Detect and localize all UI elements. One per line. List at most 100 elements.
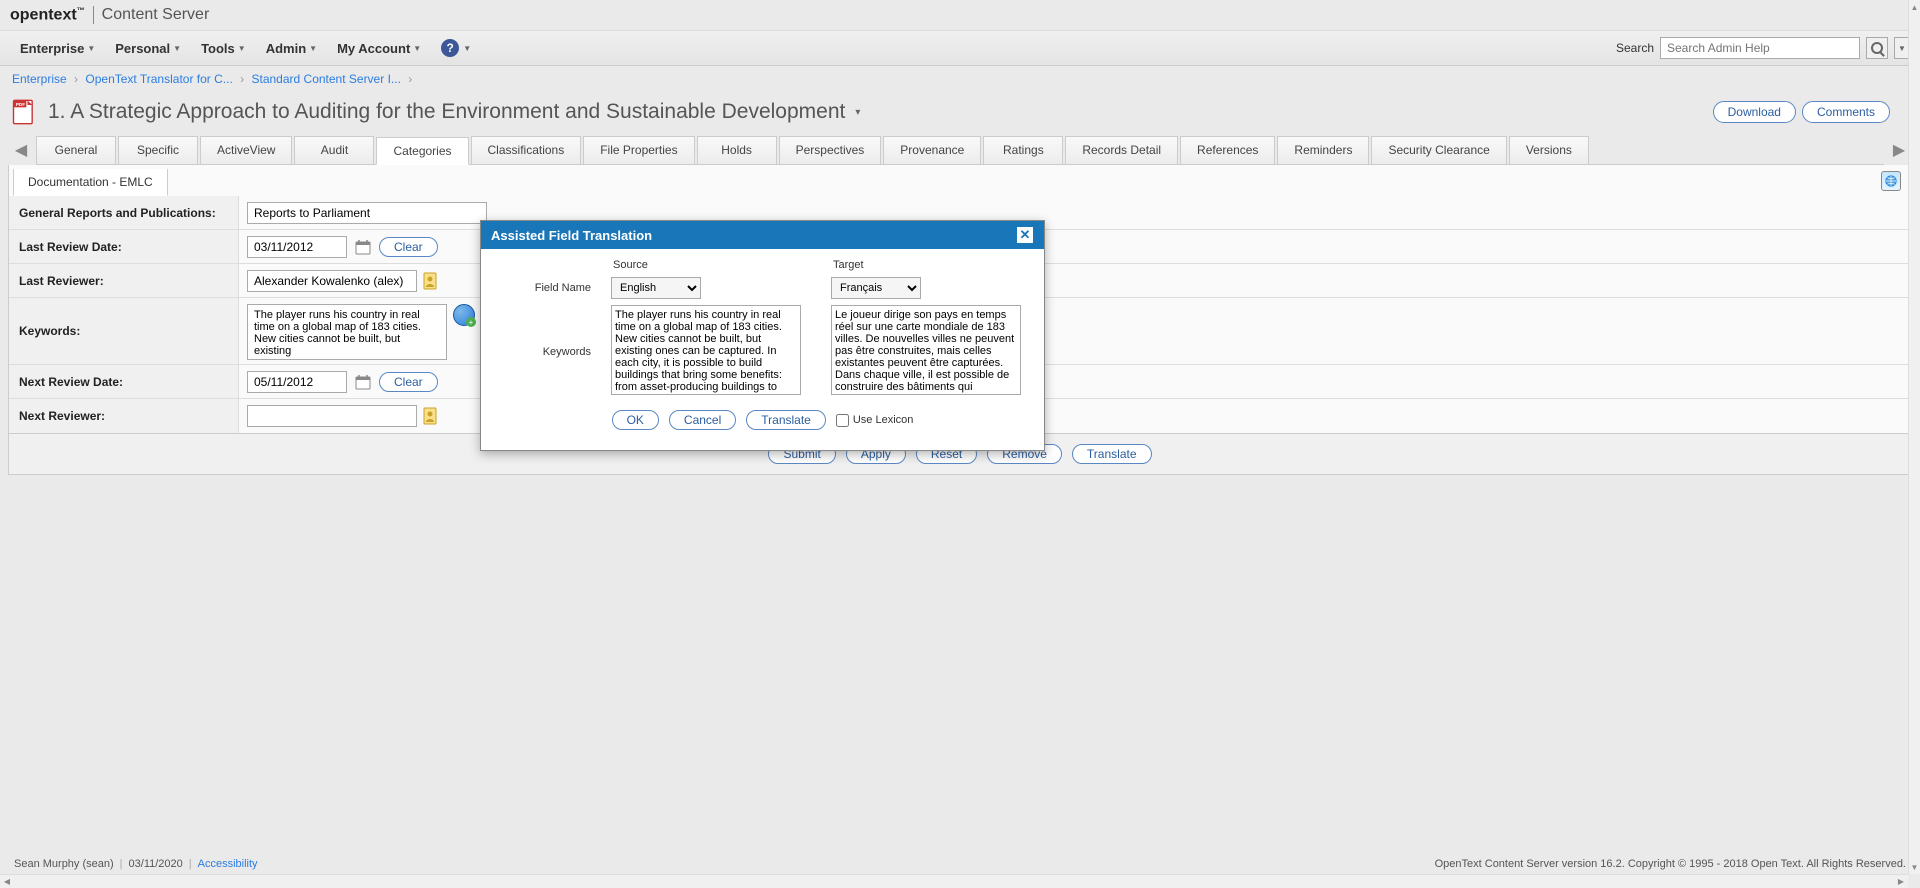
label-last-reviewer: Last Reviewer: <box>9 264 239 297</box>
label-general-reports: General Reports and Publications: <box>9 196 239 229</box>
tab-classifications[interactable]: Classifications <box>471 136 582 164</box>
chevron-down-icon[interactable]: ▾ <box>855 107 860 118</box>
target-column-header: Target <box>831 259 1031 271</box>
title-actions: Download Comments <box>1713 101 1910 123</box>
chevron-down-icon: ▼ <box>87 44 95 53</box>
last-reviewer-input[interactable] <box>247 270 417 292</box>
scroll-up-icon[interactable]: ▲ <box>1909 0 1920 14</box>
general-reports-input[interactable] <box>247 202 487 224</box>
search-button[interactable] <box>1866 37 1888 59</box>
modal-ok-button[interactable]: OK <box>612 410 659 430</box>
scroll-down-icon[interactable]: ▼ <box>1909 860 1920 874</box>
dialog-title: Assisted Field Translation <box>491 228 652 243</box>
dialog-titlebar[interactable]: Assisted Field Translation ✕ <box>481 221 1044 249</box>
tab-holds[interactable]: Holds <box>697 136 777 164</box>
sub-tab-row: Documentation - EMLC <box>8 165 1912 196</box>
page-horizontal-scrollbar[interactable]: ◀ ▶ <box>0 874 1908 888</box>
sub-tab-documentation[interactable]: Documentation - EMLC <box>13 169 168 196</box>
use-lexicon-wrapper[interactable]: Use Lexicon <box>836 414 914 427</box>
label-next-reviewer: Next Reviewer: <box>9 399 239 433</box>
label-last-review-date: Last Review Date: <box>9 230 239 263</box>
footer-copyright: OpenText Content Server version 16.2. Co… <box>1435 858 1906 870</box>
clear-next-review-date-button[interactable]: Clear <box>379 372 438 392</box>
chevron-right-icon: › <box>240 72 244 86</box>
magnifier-icon <box>1871 42 1883 54</box>
search-label: Search <box>1616 41 1654 55</box>
download-button[interactable]: Download <box>1713 101 1796 123</box>
keywords-row-label: Keywords <box>501 346 591 358</box>
tab-file-properties[interactable]: File Properties <box>583 136 694 164</box>
source-text-textarea[interactable] <box>611 305 801 395</box>
calendar-icon[interactable] <box>353 372 373 392</box>
search-input[interactable] <box>1660 37 1860 59</box>
breadcrumb: Enterprise › OpenText Translator for C..… <box>0 66 1920 92</box>
keywords-textarea[interactable] <box>247 304 447 360</box>
menu-enterprise[interactable]: Enterprise▼ <box>10 35 105 62</box>
breadcrumb-item[interactable]: OpenText Translator for C... <box>85 72 232 86</box>
tab-scroll-right[interactable]: ▶ <box>1890 136 1908 164</box>
tab-references[interactable]: References <box>1180 136 1275 164</box>
tab-specific[interactable]: Specific <box>118 136 198 164</box>
pdf-icon: PDF <box>10 98 38 126</box>
use-lexicon-checkbox[interactable] <box>836 414 849 427</box>
menu-admin[interactable]: Admin▼ <box>256 35 327 62</box>
scroll-left-icon[interactable]: ◀ <box>0 877 14 886</box>
svg-text:PDF: PDF <box>16 102 25 107</box>
calendar-icon[interactable] <box>353 237 373 257</box>
assisted-translation-dialog: Assisted Field Translation ✕ Source Targ… <box>480 220 1045 451</box>
tab-security-clearance[interactable]: Security Clearance <box>1371 136 1506 164</box>
menu-my-account[interactable]: My Account▼ <box>327 35 431 62</box>
tab-provenance[interactable]: Provenance <box>883 136 981 164</box>
page-vertical-scrollbar[interactable]: ▲ ▼ <box>1908 0 1920 874</box>
user-picker-icon[interactable] <box>423 407 441 425</box>
translate-button[interactable]: Translate <box>1072 444 1152 464</box>
tab-versions[interactable]: Versions <box>1509 136 1589 164</box>
brand-separator <box>93 6 94 24</box>
footer-date: 03/11/2020 <box>129 858 183 870</box>
breadcrumb-item[interactable]: Standard Content Server I... <box>251 72 400 86</box>
menu-tools[interactable]: Tools▼ <box>191 35 256 62</box>
tab-scroll-left[interactable]: ◀ <box>12 136 30 164</box>
label-next-review-date: Next Review Date: <box>9 365 239 398</box>
scroll-right-icon[interactable]: ▶ <box>1894 877 1908 886</box>
translate-globe-button[interactable] <box>1881 171 1901 191</box>
brand-logo: opentext™ <box>10 6 85 24</box>
tab-ratings[interactable]: Ratings <box>983 136 1063 164</box>
close-icon[interactable]: ✕ <box>1016 226 1034 244</box>
chevron-down-icon: ▼ <box>173 44 181 53</box>
tab-records-detail[interactable]: Records Detail <box>1065 136 1178 164</box>
user-picker-icon[interactable] <box>423 272 441 290</box>
tab-reminders[interactable]: Reminders <box>1277 136 1369 164</box>
menu-personal[interactable]: Personal▼ <box>105 35 191 62</box>
chevron-right-icon: › <box>408 72 412 86</box>
target-text-textarea[interactable] <box>831 305 1021 395</box>
tab-categories[interactable]: Categories <box>376 137 468 165</box>
last-review-date-input[interactable] <box>247 236 347 258</box>
tab-general[interactable]: General <box>36 136 116 164</box>
tab-activeview[interactable]: ActiveView <box>200 136 292 164</box>
target-language-select[interactable]: Français <box>831 277 921 299</box>
menubar: Enterprise▼ Personal▼ Tools▼ Admin▼ My A… <box>0 30 1920 66</box>
clear-last-review-date-button[interactable]: Clear <box>379 237 438 257</box>
breadcrumb-item[interactable]: Enterprise <box>12 72 67 86</box>
comments-button[interactable]: Comments <box>1802 101 1890 123</box>
help-icon[interactable]: ? <box>441 39 459 57</box>
next-review-date-input[interactable] <box>247 371 347 393</box>
chevron-right-icon: › <box>74 72 78 86</box>
chevron-down-icon[interactable]: ▼ <box>463 44 471 53</box>
page-title: 1. A Strategic Approach to Auditing for … <box>48 100 845 124</box>
tab-perspectives[interactable]: Perspectives <box>779 136 882 164</box>
chevron-down-icon: ▼ <box>238 44 246 53</box>
translate-keywords-button[interactable] <box>453 304 475 326</box>
title-row: PDF 1. A Strategic Approach to Auditing … <box>0 92 1920 136</box>
modal-cancel-button[interactable]: Cancel <box>669 410 736 430</box>
modal-translate-button[interactable]: Translate <box>746 410 826 430</box>
footer: Sean Murphy (sean) | 03/11/2020 | Access… <box>0 854 1920 874</box>
field-name-label: Field Name <box>501 282 591 294</box>
tab-strip: General Specific ActiveView Audit Catego… <box>36 136 1884 165</box>
next-reviewer-input[interactable] <box>247 405 417 427</box>
footer-accessibility-link[interactable]: Accessibility <box>198 858 258 870</box>
tab-audit[interactable]: Audit <box>294 136 374 164</box>
tab-container: ◀ General Specific ActiveView Audit Cate… <box>0 136 1920 165</box>
source-language-select[interactable]: English <box>611 277 701 299</box>
